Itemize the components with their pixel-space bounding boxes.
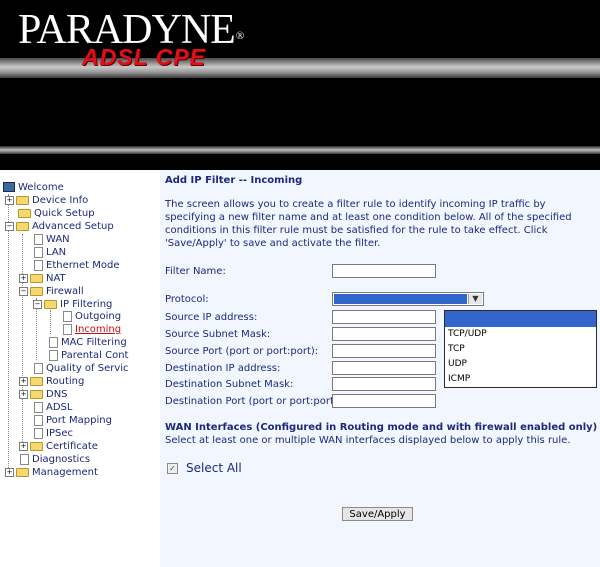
protocol-option[interactable]: [445, 311, 596, 327]
folder-icon: [16, 195, 29, 205]
sidebar-item-diagnostics[interactable]: Diagnostics: [20, 453, 90, 466]
sidebar-item-device-info[interactable]: + Device Info: [5, 194, 88, 207]
folder-icon: [18, 208, 31, 218]
collapse-icon[interactable]: −: [19, 286, 28, 296]
open-folder-icon: [44, 299, 57, 309]
sidebar-item-wan[interactable]: WAN: [34, 233, 70, 246]
expand-icon[interactable]: +: [19, 273, 28, 283]
page-icon: [20, 453, 29, 465]
collapse-icon[interactable]: −: [5, 221, 14, 231]
tree-connector: [22, 234, 23, 444]
sidebar-item-certificate[interactable]: + Certificate: [19, 440, 98, 453]
wan-interfaces-title: WAN Interfaces (Configured in Routing mo…: [165, 422, 598, 433]
sidebar-item-mac-filtering[interactable]: MAC Filtering: [49, 336, 127, 349]
folder-icon: [30, 441, 43, 451]
protocol-dropdown-list[interactable]: TCP/UDP TCP UDP ICMP: [444, 310, 597, 388]
protocol-option[interactable]: ICMP: [445, 372, 596, 387]
sidebar-item-port-mapping[interactable]: Port Mapping: [34, 414, 112, 427]
page-icon: [63, 310, 72, 322]
expand-icon[interactable]: +: [5, 467, 14, 477]
chevron-down-icon[interactable]: ▼: [468, 294, 482, 304]
sidebar-item-advanced-setup[interactable]: − Advanced Setup: [5, 220, 114, 233]
wan-interfaces-description: Select at least one or multiple WAN inte…: [165, 435, 571, 446]
protocol-option[interactable]: TCP: [445, 342, 596, 357]
page-icon: [49, 336, 58, 348]
folder-icon: [30, 389, 43, 399]
protocol-select[interactable]: ▼: [332, 292, 484, 306]
page-icon: [34, 401, 43, 413]
header-banner: PARADYNE® ADSL CPE: [0, 0, 600, 170]
dest-port-input[interactable]: [332, 394, 436, 408]
source-port-input[interactable]: [332, 344, 436, 358]
expand-icon[interactable]: +: [19, 389, 28, 399]
open-folder-icon: [30, 286, 43, 296]
source-mask-input[interactable]: [332, 327, 436, 341]
save-apply-button[interactable]: Save/Apply: [342, 507, 413, 521]
sidebar-item-nat[interactable]: + NAT: [19, 272, 66, 285]
sidebar-tree: Welcome + Device Info Quick Setup − Advanc…: [0, 170, 160, 567]
protocol-selected-value: [334, 294, 467, 304]
page-icon: [34, 414, 43, 426]
source-mask-label: Source Subnet Mask:: [165, 329, 271, 340]
sidebar-item-incoming[interactable]: Incoming: [63, 323, 121, 336]
collapse-icon[interactable]: −: [33, 299, 42, 309]
page-icon: [49, 349, 58, 361]
filter-name-input[interactable]: [332, 264, 436, 278]
sidebar-item-welcome[interactable]: Welcome: [3, 181, 64, 194]
dest-mask-input[interactable]: [332, 377, 436, 391]
sidebar-item-firewall[interactable]: − Firewall: [19, 285, 84, 298]
computer-icon: [3, 182, 15, 192]
dest-ip-input[interactable]: [332, 361, 436, 375]
page-icon: [34, 233, 43, 245]
dest-ip-label: Destination IP address:: [165, 363, 281, 374]
registered-mark: ®: [235, 30, 244, 42]
header-chrome-band-lower: [0, 146, 600, 154]
page-icon: [34, 362, 43, 374]
sidebar-item-quality-of-service[interactable]: Quality of Servic: [34, 362, 129, 375]
sidebar-item-quick-setup[interactable]: Quick Setup: [18, 207, 95, 220]
select-all-row[interactable]: ✓ Select All: [167, 461, 242, 475]
folder-icon: [16, 467, 29, 477]
main-content: Add IP Filter -- Incoming The screen all…: [160, 170, 600, 567]
folder-icon: [30, 273, 43, 283]
sidebar-item-parental-control[interactable]: Parental Cont: [49, 349, 128, 362]
sidebar-item-dns[interactable]: + DNS: [19, 388, 68, 401]
protocol-option[interactable]: UDP: [445, 357, 596, 372]
sidebar-item-outgoing[interactable]: Outgoing: [63, 310, 121, 323]
source-ip-label: Source IP address:: [165, 312, 258, 323]
sidebar-item-lan[interactable]: LAN: [34, 246, 66, 259]
folder-icon: [30, 376, 43, 386]
select-all-label: Select All: [186, 461, 242, 475]
open-folder-icon: [16, 221, 29, 231]
page-icon: [34, 246, 43, 258]
page-description: The screen allows you to create a filter…: [165, 199, 572, 249]
sidebar-item-routing[interactable]: + Routing: [19, 375, 84, 388]
product-name: ADSL CPE: [82, 44, 206, 70]
select-all-checkbox[interactable]: ✓: [167, 463, 178, 474]
sidebar-item-management[interactable]: + Management: [5, 466, 98, 479]
page-icon: [34, 259, 43, 271]
source-port-label: Source Port (port or port:port):: [165, 346, 319, 357]
sidebar-item-adsl[interactable]: ADSL: [34, 401, 72, 414]
dest-mask-label: Destination Subnet Mask:: [165, 379, 294, 390]
page-title: Add IP Filter -- Incoming: [165, 175, 303, 186]
page-icon: [63, 323, 72, 335]
expand-icon[interactable]: +: [19, 376, 28, 386]
expand-icon[interactable]: +: [5, 195, 14, 205]
sidebar-item-ethernet-mode[interactable]: Ethernet Mode: [34, 259, 120, 272]
sidebar-item-ipsec[interactable]: IPSec: [34, 427, 73, 440]
tree-connector: [8, 194, 9, 470]
protocol-option[interactable]: TCP/UDP: [445, 327, 596, 342]
dest-port-label: Destination Port (port or port:port):: [165, 396, 342, 407]
filter-name-label: Filter Name:: [165, 266, 226, 277]
protocol-label: Protocol:: [165, 294, 209, 305]
expand-icon[interactable]: +: [19, 441, 28, 451]
page-icon: [34, 427, 43, 439]
source-ip-input[interactable]: [332, 310, 436, 324]
tree-connector: [50, 310, 51, 334]
